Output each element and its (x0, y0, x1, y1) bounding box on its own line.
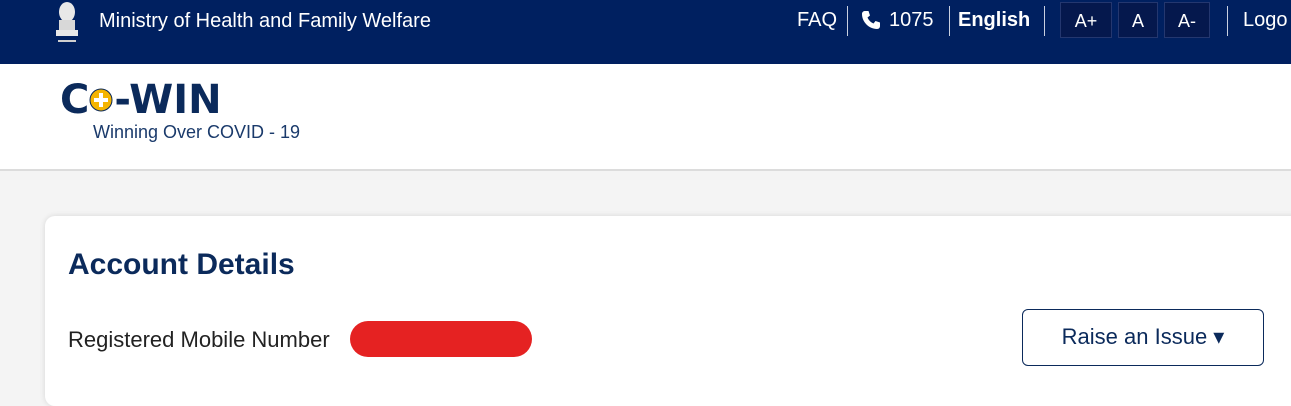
separator (1227, 6, 1228, 36)
logo-text-right: -WIN (114, 77, 222, 123)
plus-circle-icon (89, 88, 113, 112)
top-bar: Ministry of Health and Family Welfare FA… (0, 0, 1291, 64)
mobile-number-label: Registered Mobile Number (68, 327, 330, 352)
font-increase-button[interactable]: A+ (1060, 2, 1112, 38)
helpline-number[interactable]: 1075 (889, 9, 934, 32)
font-normal-button[interactable]: A (1118, 2, 1158, 38)
font-decrease-button[interactable]: A- (1164, 2, 1210, 38)
language-selector[interactable]: English (958, 9, 1030, 32)
separator (847, 6, 848, 36)
logo-tagline: Winning Over COVID - 19 (93, 122, 301, 142)
page-title: Account Details (68, 248, 295, 281)
phone-icon (862, 11, 880, 29)
ministry-title: Ministry of Health and Family Welfare (99, 10, 431, 32)
separator (949, 6, 950, 36)
logout-link[interactable]: Logo (1243, 9, 1288, 32)
redaction-mark (350, 321, 532, 357)
faq-link[interactable]: FAQ (797, 9, 837, 32)
account-details-card: Account Details Registered Mobile Number… (45, 216, 1291, 406)
emblem-icon (56, 2, 78, 42)
separator (1044, 6, 1045, 36)
raise-issue-button[interactable]: Raise an Issue ▾ (1022, 309, 1264, 366)
cowin-logo[interactable]: C -WIN (60, 78, 222, 120)
logo-text-left: C (60, 77, 90, 123)
site-header: C -WIN Winning Over COVID - 19 (0, 64, 1291, 171)
